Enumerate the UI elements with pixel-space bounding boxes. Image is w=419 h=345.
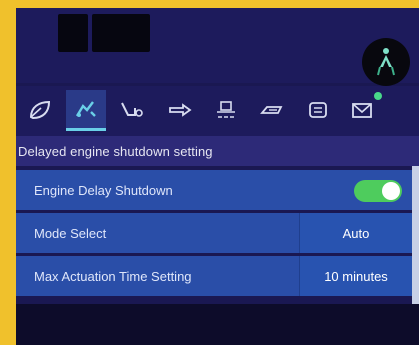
mode-select-row[interactable]: Mode Select Auto	[16, 213, 412, 253]
toggle-knob	[382, 182, 400, 200]
engine-delay-label: Engine Delay Shutdown	[34, 182, 173, 198]
notification-dot	[374, 92, 382, 100]
max-time-value[interactable]: 10 minutes	[299, 256, 412, 296]
excavator-arm-icon	[75, 101, 96, 117]
engine-idle-icon	[217, 101, 235, 118]
mail-icon	[352, 103, 372, 118]
tab-attachment[interactable]	[160, 92, 200, 128]
bottom-panel	[16, 304, 419, 345]
status-block-right	[92, 14, 150, 52]
device-bezel-top	[0, 0, 419, 8]
settings-list: Engine Delay Shutdown Mode Select Auto M…	[16, 170, 412, 300]
tab-hydraulic[interactable]	[252, 92, 292, 128]
tab-messages[interactable]	[342, 92, 382, 128]
operator-figure-icon	[377, 48, 395, 76]
mode-select-value[interactable]: Auto	[299, 213, 412, 253]
tab-work-mode[interactable]	[66, 90, 106, 131]
section-title: Delayed engine shutdown setting	[18, 143, 213, 159]
leaf-icon	[29, 100, 51, 120]
bucket-icon	[121, 102, 143, 117]
excavator-status-icon[interactable]	[362, 38, 410, 86]
arrow-tool-icon	[169, 103, 192, 117]
tab-engine-idle[interactable]	[206, 92, 246, 128]
function-tab-bar	[16, 86, 419, 136]
scrollbar[interactable]	[412, 166, 419, 311]
section-header: Delayed engine shutdown setting	[16, 136, 419, 166]
status-block-left	[58, 14, 88, 52]
hydraulic-icon	[260, 106, 283, 114]
tab-menu[interactable]	[298, 92, 338, 128]
engine-delay-toggle[interactable]	[354, 180, 402, 202]
engine-delay-row[interactable]: Engine Delay Shutdown	[16, 170, 412, 210]
tab-bucket[interactable]	[112, 92, 152, 128]
menu-icon	[309, 102, 327, 118]
display-screen: Delayed engine shutdown setting Engine D…	[16, 8, 419, 345]
max-time-row[interactable]: Max Actuation Time Setting 10 minutes	[16, 256, 412, 296]
device-bezel-left	[0, 0, 16, 345]
top-status-bar	[16, 8, 419, 86]
tab-eco[interactable]	[20, 92, 60, 128]
